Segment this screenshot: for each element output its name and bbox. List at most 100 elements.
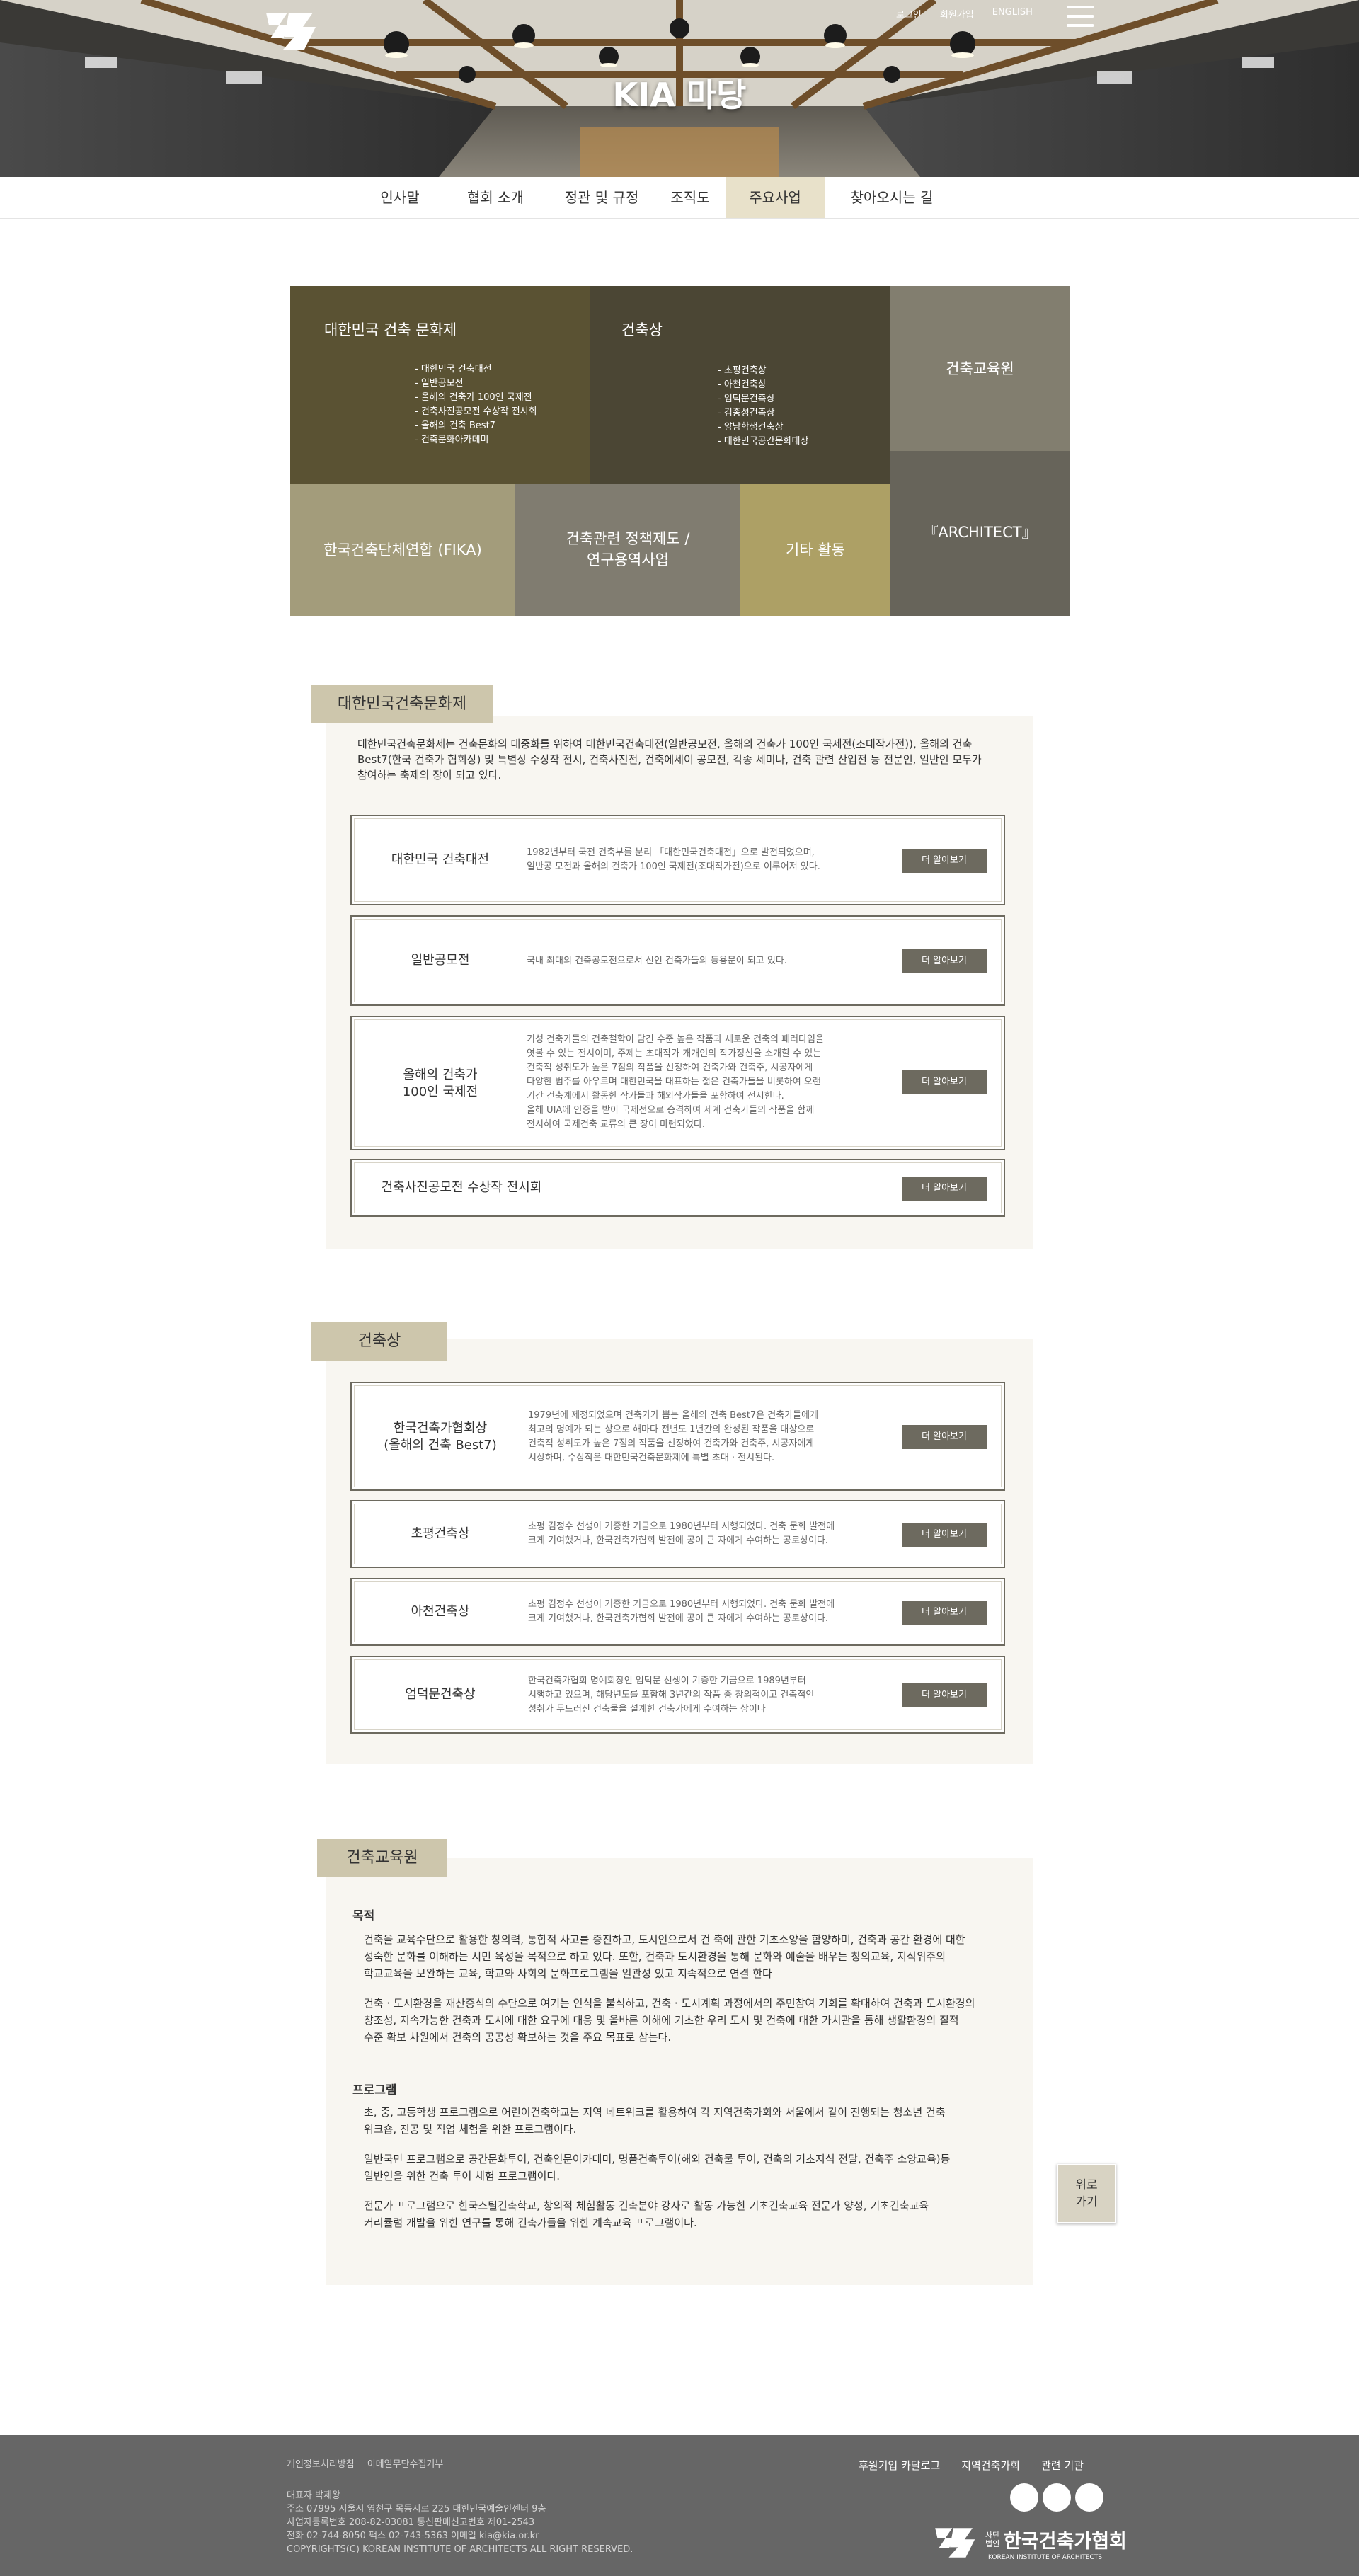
email-refusal-link[interactable]: 이메일무단수집거부	[367, 2458, 444, 2471]
privacy-policy-link[interactable]: 개인정보처리방침	[287, 2458, 355, 2471]
sns-icon[interactable]	[1043, 2483, 1071, 2512]
list-item: - 대한민국공간문화대상	[718, 436, 809, 447]
tab-main-business[interactable]: 주요사업	[726, 177, 825, 218]
card-title: 한국건축가협회상 (올해의 건축 Best7)	[384, 1421, 497, 1453]
kia-logo-icon[interactable]	[263, 8, 320, 54]
back-to-top-button[interactable]: 위로 가기	[1057, 2164, 1116, 2223]
learn-more-button[interactable]: 더 알아보기	[902, 1601, 987, 1625]
card-kia-award: 한국건축가협회상 (올해의 건축 Best7) 1979년에 제정되었으며 건축가…	[350, 1382, 1005, 1491]
card-architecture-grand-exhibition: 대한민국 건축대전 1982년부터 국전 건축부를 분리 「대한민국건축대전」으…	[350, 815, 1005, 905]
list-item: - 건축문화아카데미	[415, 435, 489, 445]
grid-award[interactable]: 건축상 - 초평건축상 - 아천건축상 - 엄덕문건축상 - 김종성건축상 - …	[590, 286, 890, 484]
card-title: 대한민국 건축대전	[391, 852, 490, 867]
list-item: - 초평건축상	[718, 365, 767, 376]
card-description: 국내 최대의 건축공모전으로서 신인 건축가들의 등용문이 되고 있다.	[527, 956, 787, 966]
card-title: 엄덕문건축상	[405, 1687, 476, 1702]
card-title: 올해의 건축가 100인 국제전	[402, 1067, 478, 1099]
grid-education-label: 건축교육원	[946, 360, 1014, 377]
card-general-competition: 일반공모전 국내 최대의 건축공모전으로서 신인 건축가들의 등용문이 되고 있…	[350, 915, 1005, 1006]
regional-association-link[interactable]: 지역건축가회	[961, 2458, 1020, 2473]
list-item: - 올해의 건축가 100인 국제전	[415, 392, 532, 403]
list-item: - 올해의 건축 Best7	[415, 420, 495, 431]
grid-policy-label-1: 건축관련 정책제도 /	[566, 530, 690, 547]
grid-architect[interactable]: 『ARCHITECT』	[890, 451, 1070, 616]
list-item: - 건축사진공모전 수상작 전시회	[415, 406, 537, 417]
purpose-paragraph-1: 건축을 교육수단으로 활용한 창의력, 통합적 사고를 증진하고, 도시인으로서…	[364, 1933, 965, 1980]
list-item: - 대한민국 건축대전	[415, 364, 492, 374]
learn-more-button[interactable]: 더 알아보기	[902, 1523, 987, 1547]
list-item: - 김종성건축상	[718, 408, 775, 418]
list-item: - 양남학생건축상	[718, 422, 784, 433]
hero-banner: KIA 마당 로그인 회원가입 ENGLISH	[0, 0, 1359, 177]
list-item: - 일반공모전	[415, 378, 464, 389]
tab-organization[interactable]: 조직도	[655, 177, 726, 218]
org-type: 사단 법인	[985, 2531, 1000, 2548]
grid-fika[interactable]: 한국건축단체연합 (FIKA)	[290, 484, 515, 616]
english-link[interactable]: ENGLISH	[992, 7, 1033, 21]
card-description: 한국건축가협회 명예회장인 엄덕문 선생이 기증한 기금으로 1989년부터 시행…	[528, 1676, 815, 1715]
purpose-heading: 목적	[352, 1909, 375, 1923]
learn-more-button[interactable]: 더 알아보기	[902, 1683, 987, 1707]
card-description: 1979년에 제정되었으며 건축가가 뽑는 올해의 건축 Best7은 건축가들…	[528, 1410, 819, 1463]
culture-section-tab: 대한민국건축문화제	[311, 685, 493, 723]
card-chopyeong-award: 초평건축상 초평 김정수 선생이 기증한 기금으로 1980년부터 시행되었다.…	[350, 1500, 1005, 1568]
learn-more-button[interactable]: 더 알아보기	[902, 1425, 987, 1449]
list-item: - 아천건축상	[718, 379, 767, 390]
grid-culture-festival[interactable]: 대한민국 건축 문화제 - 대한민국 건축대전 - 일반공모전 - 올해의 건축…	[290, 286, 590, 484]
program-paragraph-1: 초, 중, 고등학생 프로그램으로 어린이건축학교는 지역 네트워크를 활용하여…	[364, 2106, 946, 2136]
learn-more-button[interactable]: 더 알아보기	[902, 1177, 987, 1201]
card-photo-exhibition: 건축사진공모전 수상작 전시회 더 알아보기	[350, 1159, 1005, 1217]
card-description: 1982년부터 국전 건축부를 분리 「대한민국건축대전」으로 발전되었으며, 일…	[527, 847, 820, 872]
award-section-tab: 건축상	[311, 1322, 447, 1361]
education-section-tab: 건축교육원	[317, 1839, 447, 1877]
grid-education[interactable]: 건축교육원	[890, 286, 1070, 451]
list-item: - 엄덕문건축상	[718, 394, 775, 404]
grid-etc-label: 기타 활동	[786, 542, 845, 559]
business-grid: 대한민국 건축 문화제 - 대한민국 건축대전 - 일반공모전 - 올해의 건축…	[290, 286, 1070, 616]
grid-policy-label-2: 연구용역사업	[587, 551, 669, 568]
footer: 개인정보처리방침 이메일무단수집거부 대표자 박제왕 주소 07995 서울시 영…	[0, 2435, 1359, 2576]
grid-award-list: - 초평건축상 - 아천건축상 - 엄덕문건축상 - 김종성건축상 - 양남학생…	[718, 364, 808, 449]
card-architects-100: 올해의 건축가 100인 국제전 기성 건축가들의 건축철학이 담긴 수준 높은 …	[350, 1016, 1005, 1150]
learn-more-button[interactable]: 더 알아보기	[902, 1070, 987, 1094]
grid-architect-label: 『ARCHITECT』	[923, 524, 1037, 541]
sns-icon[interactable]	[1010, 2483, 1038, 2512]
grid-policy[interactable]: 건축관련 정책제도 / 연구용역사업	[515, 484, 740, 616]
card-title: 건축사진공모전 수상작 전시회	[381, 1180, 542, 1195]
purpose-paragraph-2: 건축 · 도시환경을 재산증식의 수단으로 여기는 인식을 불식하고, 건축 ·…	[364, 1997, 975, 2044]
card-title: 초평건축상	[411, 1526, 470, 1541]
org-name: 한국건축가협회	[1004, 2531, 1127, 2553]
tab-greeting[interactable]: 인사말	[357, 177, 442, 218]
sub-navigation: 인사말 협회 소개 정관 및 규정 조직도 주요사업 찾아오시는 길	[0, 177, 1359, 219]
learn-more-button[interactable]: 더 알아보기	[902, 849, 987, 873]
footer-logo-icon	[935, 2528, 975, 2558]
card-title: 일반공모전	[411, 953, 470, 968]
card-description: 초평 김정수 선생이 기증한 기금으로 1980년부터 시행되었다. 건축 문화…	[528, 1599, 835, 1624]
org-name-en: KOREAN INSTITUTE OF ARCHITECTS	[988, 2554, 1103, 2561]
grid-culture-festival-list: - 대한민국 건축대전 - 일반공모전 - 올해의 건축가 100인 국제전 -…	[415, 362, 537, 447]
sponsor-catalog-link[interactable]: 후원기업 카탈로그	[859, 2458, 940, 2473]
grid-award-title: 건축상	[621, 321, 663, 338]
card-acheon-award: 아천건축상 초평 김정수 선생이 기증한 기금으로 1980년부터 시행되었다.…	[350, 1578, 1005, 1646]
program-heading: 프로그램	[352, 2083, 397, 2097]
related-organizations-link[interactable]: 관련 기관	[1041, 2458, 1084, 2473]
grid-etc[interactable]: 기타 활동	[740, 484, 890, 616]
learn-more-button[interactable]: 더 알아보기	[902, 949, 987, 973]
hamburger-menu-icon[interactable]	[1067, 6, 1094, 30]
tab-directions[interactable]: 찾아오시는 길	[825, 177, 959, 218]
login-link[interactable]: 로그인	[896, 7, 922, 21]
tab-about[interactable]: 협회 소개	[442, 177, 549, 218]
grid-culture-festival-title: 대한민국 건축 문화제	[324, 321, 457, 338]
company-info: 대표자 박제왕 주소 07995 서울시 영천구 목동서로 225 대한민국예술인…	[287, 2490, 633, 2555]
culture-intro: 대한민국건축문화제는 건축문화의 대중화를 위하여 대한민국건축대전(일반공모전…	[357, 738, 982, 782]
grid-fika-label: 한국건축단체연합 (FIKA)	[323, 542, 482, 559]
signup-link[interactable]: 회원가입	[940, 7, 974, 21]
page-title: KIA 마당	[612, 76, 747, 114]
card-title: 아천건축상	[411, 1604, 470, 1619]
card-description: 기성 건축가들의 건축철학이 담긴 수준 높은 작품과 새로운 건축의 패러다임…	[527, 1034, 824, 1130]
tab-rules[interactable]: 정관 및 규정	[549, 177, 655, 218]
card-description: 초평 김정수 선생이 기증한 기금으로 1980년부터 시행되었다. 건축 문화…	[528, 1521, 835, 1546]
card-eomdeokmun-award: 엄덕문건축상 한국건축가협회 명예회장인 엄덕문 선생이 기증한 기금으로 19…	[350, 1656, 1005, 1734]
program-paragraph-3: 전문가 프로그램으로 한국스틸건축학교, 창의적 체험활동 건축분야 강사로 활…	[364, 2199, 929, 2229]
sns-icon[interactable]	[1075, 2483, 1103, 2512]
